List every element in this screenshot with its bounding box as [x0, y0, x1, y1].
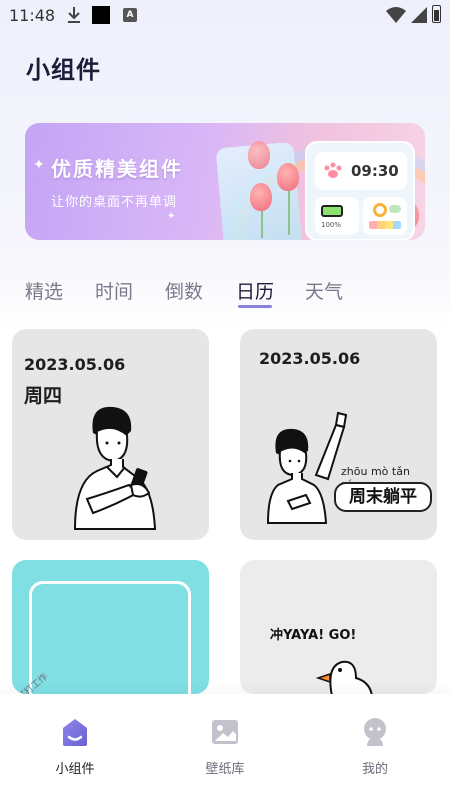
status-time: 11:48	[9, 6, 56, 25]
banner-subtitle: 让你的桌面不再单调	[51, 195, 178, 210]
bottom-nav: 小组件 壁纸库 我的	[0, 694, 450, 800]
photo-frame	[29, 581, 191, 694]
nav-label: 小组件	[55, 762, 95, 777]
tulip-icon	[248, 141, 270, 169]
sparkle-icon: ✦	[33, 157, 45, 173]
tab-weather[interactable]: 天气	[305, 277, 343, 304]
widget-card[interactable]: 打打工作	[12, 560, 209, 694]
page-title: 小组件	[26, 56, 101, 84]
color-bars	[369, 221, 401, 229]
preview-battery-label: 100%	[321, 221, 342, 229]
notification-icon	[92, 6, 110, 24]
boy-cheering-illustration	[266, 411, 348, 524]
download-icon	[68, 7, 80, 23]
keyboard-a-icon: A	[123, 8, 137, 22]
wifi-icon	[386, 7, 406, 23]
tab-featured[interactable]: 精选	[25, 277, 63, 304]
widget-card[interactable]: 2023.05.06 周四	[12, 329, 209, 540]
wallpaper-icon	[212, 720, 238, 744]
preview-time: 09:30	[351, 162, 399, 180]
sparkle-icon: ✦	[167, 211, 176, 222]
duck-card-title: 冲YAYA! GO!	[270, 628, 357, 643]
active-tab-indicator	[238, 305, 272, 308]
nav-label: 我的	[361, 762, 388, 777]
card-date: 2023.05.06	[259, 349, 361, 368]
promo-banner[interactable]: ✦ ✦ ✦ 优质精美组件 让你的桌面不再单调 09:30 100%	[25, 123, 425, 240]
tab-countdown[interactable]: 倒数	[165, 277, 203, 304]
toggle-icon	[389, 205, 401, 213]
battery-mini-icon	[321, 205, 343, 217]
battery-icon	[432, 5, 441, 23]
profile-icon	[364, 718, 386, 746]
slogan-box: 周末躺平	[334, 482, 432, 512]
widget-home-icon	[63, 719, 87, 746]
ring-icon	[373, 203, 387, 217]
card-date: 2023.05.06	[24, 355, 126, 374]
phone-mockup-front: 09:30 100%	[305, 141, 415, 240]
category-tabs: 精选 时间 倒数 日历 天气	[25, 277, 425, 313]
boy-phone-illustration	[73, 406, 157, 530]
nav-label: 壁纸库	[205, 762, 245, 777]
paw-icon	[324, 162, 342, 178]
status-bar: 11:48 A	[0, 0, 450, 32]
tab-calendar[interactable]: 日历	[236, 277, 274, 304]
widget-card[interactable]: 冲YAYA! GO!	[240, 560, 437, 694]
card-weekday: 周四	[24, 385, 63, 407]
signal-icon	[411, 7, 427, 23]
nav-widgets[interactable]: 小组件	[0, 694, 150, 800]
tulip-icon	[277, 163, 299, 191]
banner-title: 优质精美组件	[51, 157, 183, 181]
nav-profile[interactable]: 我的	[300, 694, 450, 800]
widget-card[interactable]: 2023.05.06 zhōu mò tǎn píng 周末躺平	[240, 329, 437, 540]
tulip-icon	[250, 183, 272, 211]
duck-illustration	[316, 660, 373, 694]
nav-wallpapers[interactable]: 壁纸库	[150, 694, 300, 800]
tab-time[interactable]: 时间	[95, 277, 133, 304]
